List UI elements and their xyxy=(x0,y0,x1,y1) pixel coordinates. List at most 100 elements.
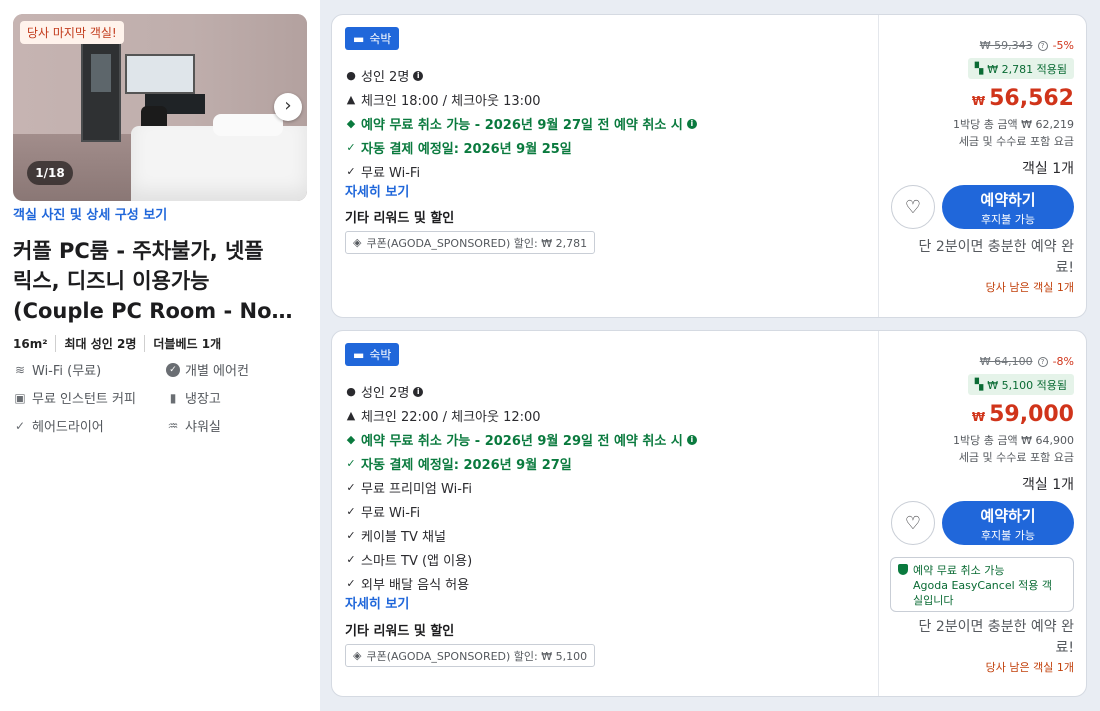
amenity-wifi: ≋ Wi-Fi (무료) xyxy=(13,360,102,380)
book-sub-label: 후지불 가능 xyxy=(980,529,1036,542)
check-icon: ✓ xyxy=(346,577,356,590)
easycancel-line: 예약 무료 취소 가능 xyxy=(913,564,1005,577)
book-button[interactable]: 예약하기 후지불 가능 xyxy=(942,185,1074,229)
amenity-label: 무료 인스턴트 커피 xyxy=(32,392,136,407)
favorite-button[interactable]: ♡ xyxy=(891,501,935,545)
check-icon: ✓ xyxy=(346,553,356,566)
rooms-count[interactable]: 객실 1개 xyxy=(1022,474,1074,494)
shield-icon xyxy=(898,564,908,575)
price-value: 56,562 xyxy=(989,86,1074,111)
check-icon: ✓ xyxy=(346,165,356,178)
check-icon: ✓ xyxy=(346,141,356,154)
wifi-icon: ≋ xyxy=(14,362,26,377)
discount-value: -8% xyxy=(1052,355,1074,368)
question-icon[interactable]: ? xyxy=(1037,40,1048,51)
more-details-link[interactable]: 자세히 보기 xyxy=(345,593,409,612)
check-icon: ✓ xyxy=(346,457,356,470)
guests-label: 성인 2명 xyxy=(361,386,410,401)
feature-item: ✓ 무료 Wi-Fi xyxy=(345,162,420,181)
feature-label: 무료 Wi-Fi xyxy=(361,166,421,181)
tax-note: 세금 및 수수료 포함 요금 xyxy=(958,451,1074,464)
coupon-chip: ◈ 쿠폰(AGODA_SPONSORED) 할인: ₩ 5,100 xyxy=(345,644,596,667)
checkin-label: 체크인 18:00 / 체크아웃 13:00 xyxy=(361,94,541,109)
room-title-line: (Couple PC Room - No… xyxy=(13,299,293,323)
book-label: 예약하기 xyxy=(980,507,1036,525)
price: ₩ 59,000 xyxy=(972,402,1074,427)
feature-item: ✓ 외부 배달 음식 허용 xyxy=(345,574,469,593)
rooms-left: 당사 남은 객실 1개 xyxy=(985,661,1074,674)
auto-pay-row: ✓ 자동 결제 예정일: 2026년 9월 25일 xyxy=(345,138,572,157)
checkin-row: ▲ 체크인 22:00 / 체크아웃 12:00 xyxy=(345,406,541,425)
chevron-right-icon: › xyxy=(284,95,292,116)
info-icon[interactable]: i xyxy=(686,118,697,129)
more-details-link[interactable]: 자세히 보기 xyxy=(345,181,409,200)
offer-card: ▬ 숙박 ● 성인 2명 i ▲ 체크인 18:00 / 체크아웃 13:00 ◆… xyxy=(331,14,1087,318)
room-size: 16m² xyxy=(13,336,48,351)
guests-row: ● 성인 2명 i xyxy=(345,66,424,85)
free-cancel-label: 예약 무료 취소 가능 - 2026년 9월 29일 전 예약 취소 시 xyxy=(361,434,683,449)
amenity-label: 샤워실 xyxy=(185,420,221,435)
quick-booking-note: 단 2분이면 충분한 예약 완료! xyxy=(918,239,1074,276)
stay-tag-label: 숙박 xyxy=(369,348,392,362)
bell-icon: ▲ xyxy=(346,409,356,422)
ticket-icon: ▚ xyxy=(974,62,984,75)
bell-icon: ▲ xyxy=(346,93,356,106)
easycancel-box: 예약 무료 취소 가능 Agoda EasyCancel 적용 객 실입니다 xyxy=(890,557,1074,612)
favorite-button[interactable]: ♡ xyxy=(891,185,935,229)
amenity-label: 헤어드라이어 xyxy=(32,420,104,435)
rewards-title: 기타 리워드 및 할인 xyxy=(345,211,455,226)
check-icon: ✓ xyxy=(346,529,356,542)
room-photos-link[interactable]: 객실 사진 및 상세 구성 보기 xyxy=(13,204,167,223)
free-cancel-row: ◆ 예약 무료 취소 가능 - 2026년 9월 29일 전 예약 취소 시 i xyxy=(345,430,697,449)
stay-tag-label: 숙박 xyxy=(369,32,392,46)
original-price: ₩ 59,343 ? -5% xyxy=(980,39,1074,52)
amenity-label: Wi-Fi (무료) xyxy=(32,364,102,379)
room-title: 커플 PC룸 - 주차불가, 넷플 릭스, 디즈니 이용가능 (Couple P… xyxy=(13,236,308,326)
amenity-coffee: ▣ 무료 인스턴트 커피 xyxy=(13,388,136,408)
bed-icon: ▬ xyxy=(353,347,365,362)
feature-item: ✓ 케이블 TV 채널 xyxy=(345,526,446,545)
discount-value: -5% xyxy=(1052,39,1074,52)
info-icon[interactable]: i xyxy=(686,434,697,445)
person-icon: ● xyxy=(346,69,356,82)
shield-icon: ◆ xyxy=(346,433,356,446)
ticket-icon: ▚ xyxy=(974,378,984,391)
photo-counter: 1/18 xyxy=(27,161,73,185)
stay-tag: ▬ 숙박 xyxy=(345,27,400,50)
next-photo-button[interactable]: › xyxy=(274,93,302,121)
info-icon[interactable]: i xyxy=(413,386,424,397)
amenity-label: 냉장고 xyxy=(185,392,221,407)
fridge-icon: ▮ xyxy=(169,390,177,405)
free-cancel-row: ◆ 예약 무료 취소 가능 - 2026년 9월 27일 전 예약 취소 시 i xyxy=(345,114,697,133)
feature-label: 무료 프리미엄 Wi-Fi xyxy=(361,482,473,497)
feature-label: 외부 배달 음식 허용 xyxy=(361,578,470,593)
auto-pay-row: ✓ 자동 결제 예정일: 2026년 9월 27일 xyxy=(345,454,571,473)
room-specs: 16m² 최대 성인 2명 더블베드 1개 xyxy=(13,335,229,352)
rooms-count[interactable]: 객실 1개 xyxy=(1022,158,1074,178)
question-icon[interactable]: ? xyxy=(1037,356,1048,367)
heart-icon: ♡ xyxy=(904,196,922,218)
auto-pay-label: 자동 결제 예정일: 2026년 9월 25일 xyxy=(361,142,572,157)
offer-card: ▬ 숙박 ● 성인 2명 i ▲ 체크인 22:00 / 체크아웃 12:00 ◆… xyxy=(331,330,1087,697)
book-button[interactable]: 예약하기 후지불 가능 xyxy=(942,501,1074,545)
room-panel: 당사 마지막 객실! › 1/18 객실 사진 및 상세 구성 보기 커플 PC… xyxy=(0,0,320,711)
amenity-shower: ♒ 샤워실 xyxy=(166,416,221,436)
shield-icon: ◆ xyxy=(346,117,356,130)
free-cancel-label: 예약 무료 취소 가능 - 2026년 9월 27일 전 예약 취소 시 xyxy=(361,118,683,133)
info-icon[interactable]: i xyxy=(413,70,424,81)
heart-icon: ♡ xyxy=(904,512,922,534)
coupon-label: 쿠폰(AGODA_SPONSORED) 할인: ₩ 5,100 xyxy=(366,649,588,663)
original-price-value: ₩ 59,343 xyxy=(979,39,1033,52)
price-value: 59,000 xyxy=(989,402,1074,427)
feature-label: 케이블 TV 채널 xyxy=(361,530,446,545)
feature-label: 무료 Wi-Fi xyxy=(361,506,421,521)
stay-tag: ▬ 숙박 xyxy=(345,343,400,366)
coupon-applied-badge: ▚ ₩ 2,781 적용됨 xyxy=(967,58,1074,79)
room-title-line: 릭스, 디즈니 이용가능 xyxy=(13,269,210,293)
rooms-left: 당사 남은 객실 1개 xyxy=(985,281,1074,294)
coupon-label: 쿠폰(AGODA_SPONSORED) 할인: ₩ 2,781 xyxy=(366,236,588,250)
feature-label: 스마트 TV (앱 이용) xyxy=(361,554,473,569)
coupon-chip: ◈ 쿠폰(AGODA_SPONSORED) 할인: ₩ 2,781 xyxy=(345,231,596,254)
amenity-label: 개별 에어컨 xyxy=(185,364,249,379)
tax-note: 세금 및 수수료 포함 요금 xyxy=(958,135,1074,148)
